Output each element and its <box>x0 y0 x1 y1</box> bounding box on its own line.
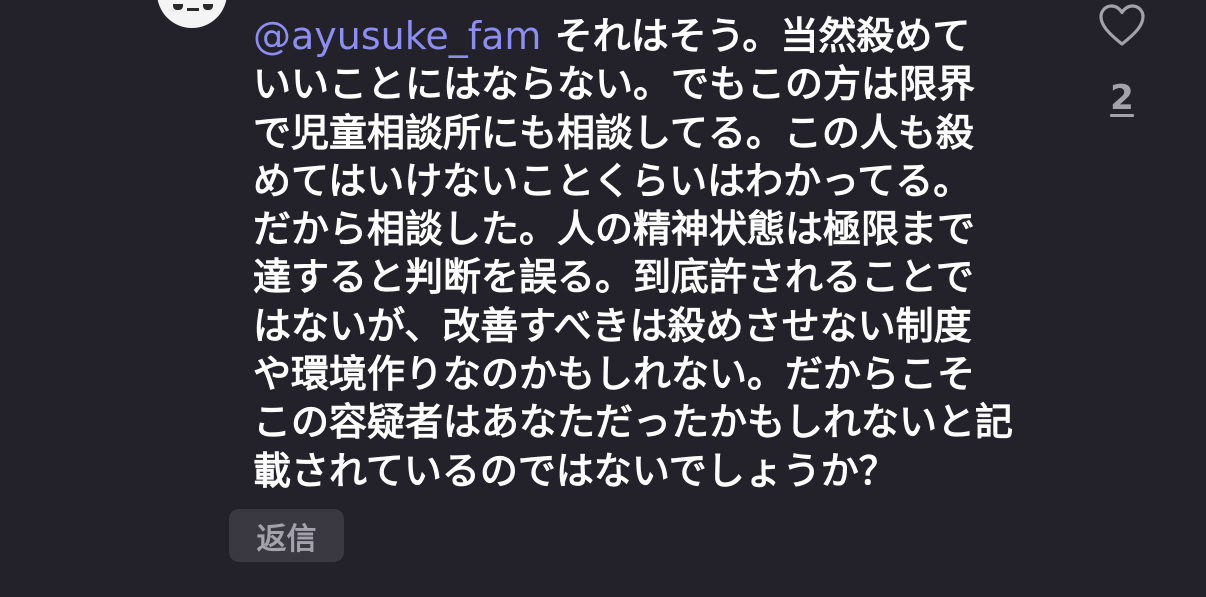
comment-line-5: だから相談した。人の精神状態は極限まで <box>253 207 976 252</box>
comment-line-4: めてはいけないことくらいはわかってる。 <box>253 158 972 203</box>
comment-line-2: いいことにはならない。でもこの方は限界 <box>253 62 976 107</box>
heart-outline-icon[interactable] <box>1098 3 1146 47</box>
comment-text-1: それはそう。当然殺めて <box>541 14 971 58</box>
user-avatar[interactable] <box>157 0 227 28</box>
comment-line-3: で児童相談所にも相談してる。この人も殺 <box>253 110 974 155</box>
comment-line-7: はないが、改善すべきは殺めさせない制度 <box>253 303 972 348</box>
like-count[interactable]: 2 <box>1096 78 1148 118</box>
comment-line-1: @ayusuke_fam それはそう。当然殺めて <box>253 12 1053 60</box>
comment-screen: @ayusuke_fam それはそう。当然殺めて いいことにはならない。でもこの… <box>0 0 1206 597</box>
reply-button[interactable]: 返信 <box>229 509 344 562</box>
comment-body: @ayusuke_fam それはそう。当然殺めて いいことにはならない。でもこの… <box>253 12 1053 495</box>
mention-link[interactable]: @ayusuke_fam <box>253 14 541 58</box>
comment-line-9: この容疑者はあなただったかもしれないと記 <box>253 400 1014 445</box>
avatar-eye-right <box>203 4 213 10</box>
avatar-mouth <box>187 8 199 11</box>
comment-line-8: や環境作りなのかもしれない。だからこそ <box>253 352 976 397</box>
comment-line-10: 載されているのではないでしょうか？ <box>253 448 897 493</box>
avatar-face-icon <box>165 4 219 12</box>
avatar-eye-left <box>173 4 183 10</box>
comment-line-6: 達すると判断を誤る。到底許されることで <box>253 255 974 300</box>
